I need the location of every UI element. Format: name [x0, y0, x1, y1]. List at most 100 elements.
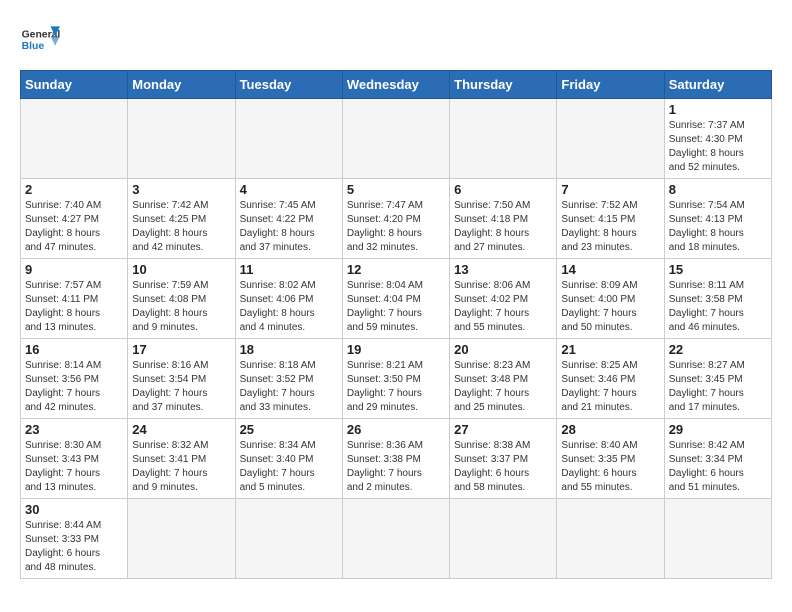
day-info: Sunrise: 7:47 AM Sunset: 4:20 PM Dayligh… — [347, 199, 445, 255]
week-row-2: 2 Sunrise: 7:40 AM Sunset: 4:27 PM Daylig… — [21, 179, 772, 259]
day-info: Sunrise: 7:45 AM Sunset: 4:22 PM Dayligh… — [240, 199, 338, 255]
day-info: Sunrise: 8:44 AM Sunset: 3:33 PM Dayligh… — [25, 519, 123, 575]
day-number: 3 — [132, 182, 230, 197]
logo: General Blue — [20, 20, 60, 60]
day-info: Sunrise: 7:59 AM Sunset: 4:08 PM Dayligh… — [132, 279, 230, 335]
day-number: 11 — [240, 262, 338, 277]
calendar-cell: 14 Sunrise: 8:09 AM Sunset: 4:00 PM Dayli… — [557, 259, 664, 339]
calendar-cell — [557, 499, 664, 579]
calendar-cell: 5Sunrise: 7:47 AM Sunset: 4:20 PM Daylig… — [342, 179, 449, 259]
calendar-cell — [235, 99, 342, 179]
calendar-cell — [342, 99, 449, 179]
calendar-cell: 22Sunrise: 8:27 AM Sunset: 3:45 PM Dayli… — [664, 339, 771, 419]
day-info: Sunrise: 8:34 AM Sunset: 3:40 PM Dayligh… — [240, 439, 338, 495]
logo-icon: General Blue — [20, 20, 60, 60]
day-info: Sunrise: 8:38 AM Sunset: 3:37 PM Dayligh… — [454, 439, 552, 495]
calendar-cell: 8 Sunrise: 7:54 AM Sunset: 4:13 PM Daylig… — [664, 179, 771, 259]
day-number: 17 — [132, 342, 230, 357]
day-info: Sunrise: 7:54 AM Sunset: 4:13 PM Dayligh… — [669, 199, 767, 255]
calendar-cell — [450, 499, 557, 579]
calendar-header: SundayMondayTuesdayWednesdayThursdayFrid… — [21, 71, 772, 99]
day-info: Sunrise: 8:27 AM Sunset: 3:45 PM Dayligh… — [669, 359, 767, 415]
calendar-cell: 21 Sunrise: 8:25 AM Sunset: 3:46 PM Dayli… — [557, 339, 664, 419]
day-number: 29 — [669, 422, 767, 437]
day-number: 19 — [347, 342, 445, 357]
calendar-cell — [235, 499, 342, 579]
day-number: 6 — [454, 182, 552, 197]
calendar-cell: 19 Sunrise: 8:21 AM Sunset: 3:50 PM Dayli… — [342, 339, 449, 419]
header-row: SundayMondayTuesdayWednesdayThursdayFrid… — [21, 71, 772, 99]
calendar-cell: 6 Sunrise: 7:50 AM Sunset: 4:18 PM Daylig… — [450, 179, 557, 259]
day-info: Sunrise: 8:14 AM Sunset: 3:56 PM Dayligh… — [25, 359, 123, 415]
day-info: Sunrise: 8:40 AM Sunset: 3:35 PM Dayligh… — [561, 439, 659, 495]
calendar-cell: 15Sunrise: 8:11 AM Sunset: 3:58 PM Dayli… — [664, 259, 771, 339]
day-number: 12 — [347, 262, 445, 277]
day-info: Sunrise: 7:52 AM Sunset: 4:15 PM Dayligh… — [561, 199, 659, 255]
day-info: Sunrise: 8:21 AM Sunset: 3:50 PM Dayligh… — [347, 359, 445, 415]
day-info: Sunrise: 7:57 AM Sunset: 4:11 PM Dayligh… — [25, 279, 123, 335]
day-info: Sunrise: 8:09 AM Sunset: 4:00 PM Dayligh… — [561, 279, 659, 335]
day-info: Sunrise: 8:16 AM Sunset: 3:54 PM Dayligh… — [132, 359, 230, 415]
day-number: 10 — [132, 262, 230, 277]
calendar-cell: 29Sunrise: 8:42 AM Sunset: 3:34 PM Dayli… — [664, 419, 771, 499]
calendar-cell — [557, 99, 664, 179]
calendar-table: SundayMondayTuesdayWednesdayThursdayFrid… — [20, 70, 772, 579]
day-number: 25 — [240, 422, 338, 437]
day-header-saturday: Saturday — [664, 71, 771, 99]
calendar-cell: 28 Sunrise: 8:40 AM Sunset: 3:35 PM Dayli… — [557, 419, 664, 499]
day-info: Sunrise: 8:36 AM Sunset: 3:38 PM Dayligh… — [347, 439, 445, 495]
calendar-cell — [128, 499, 235, 579]
calendar-cell — [450, 99, 557, 179]
day-number: 1 — [669, 102, 767, 117]
calendar-cell — [664, 499, 771, 579]
day-info: Sunrise: 7:42 AM Sunset: 4:25 PM Dayligh… — [132, 199, 230, 255]
day-header-monday: Monday — [128, 71, 235, 99]
day-header-friday: Friday — [557, 71, 664, 99]
calendar-cell: 9Sunrise: 7:57 AM Sunset: 4:11 PM Daylig… — [21, 259, 128, 339]
calendar-cell — [21, 99, 128, 179]
calendar-cell: 10 Sunrise: 7:59 AM Sunset: 4:08 PM Dayli… — [128, 259, 235, 339]
day-number: 20 — [454, 342, 552, 357]
week-row-1: 1Sunrise: 7:37 AM Sunset: 4:30 PM Daylig… — [21, 99, 772, 179]
calendar-cell: 26Sunrise: 8:36 AM Sunset: 3:38 PM Dayli… — [342, 419, 449, 499]
day-header-thursday: Thursday — [450, 71, 557, 99]
day-header-wednesday: Wednesday — [342, 71, 449, 99]
calendar-cell: 16 Sunrise: 8:14 AM Sunset: 3:56 PM Dayli… — [21, 339, 128, 419]
calendar-cell: 24Sunrise: 8:32 AM Sunset: 3:41 PM Dayli… — [128, 419, 235, 499]
calendar-cell: 1Sunrise: 7:37 AM Sunset: 4:30 PM Daylig… — [664, 99, 771, 179]
day-info: Sunrise: 8:02 AM Sunset: 4:06 PM Dayligh… — [240, 279, 338, 335]
calendar-cell: 4 Sunrise: 7:45 AM Sunset: 4:22 PM Daylig… — [235, 179, 342, 259]
week-row-4: 16 Sunrise: 8:14 AM Sunset: 3:56 PM Dayli… — [21, 339, 772, 419]
day-info: Sunrise: 7:40 AM Sunset: 4:27 PM Dayligh… — [25, 199, 123, 255]
day-number: 2 — [25, 182, 123, 197]
day-number: 16 — [25, 342, 123, 357]
calendar-cell — [342, 499, 449, 579]
calendar-body: 1Sunrise: 7:37 AM Sunset: 4:30 PM Daylig… — [21, 99, 772, 579]
day-info: Sunrise: 7:50 AM Sunset: 4:18 PM Dayligh… — [454, 199, 552, 255]
day-number: 13 — [454, 262, 552, 277]
calendar-cell: 13 Sunrise: 8:06 AM Sunset: 4:02 PM Dayli… — [450, 259, 557, 339]
day-number: 30 — [25, 502, 123, 517]
calendar-cell: 20Sunrise: 8:23 AM Sunset: 3:48 PM Dayli… — [450, 339, 557, 419]
day-info: Sunrise: 8:25 AM Sunset: 3:46 PM Dayligh… — [561, 359, 659, 415]
day-number: 15 — [669, 262, 767, 277]
calendar-cell: 3 Sunrise: 7:42 AM Sunset: 4:25 PM Daylig… — [128, 179, 235, 259]
calendar-cell: 27Sunrise: 8:38 AM Sunset: 3:37 PM Dayli… — [450, 419, 557, 499]
day-number: 28 — [561, 422, 659, 437]
calendar-cell: 25 Sunrise: 8:34 AM Sunset: 3:40 PM Dayli… — [235, 419, 342, 499]
day-number: 23 — [25, 422, 123, 437]
calendar-cell — [128, 99, 235, 179]
day-number: 14 — [561, 262, 659, 277]
day-info: Sunrise: 8:06 AM Sunset: 4:02 PM Dayligh… — [454, 279, 552, 335]
calendar-cell: 30 Sunrise: 8:44 AM Sunset: 3:33 PM Dayli… — [21, 499, 128, 579]
day-info: Sunrise: 8:30 AM Sunset: 3:43 PM Dayligh… — [25, 439, 123, 495]
calendar-cell: 2 Sunrise: 7:40 AM Sunset: 4:27 PM Daylig… — [21, 179, 128, 259]
day-info: Sunrise: 8:18 AM Sunset: 3:52 PM Dayligh… — [240, 359, 338, 415]
calendar-cell: 17 Sunrise: 8:16 AM Sunset: 3:54 PM Dayli… — [128, 339, 235, 419]
day-number: 4 — [240, 182, 338, 197]
svg-text:Blue: Blue — [22, 41, 45, 52]
day-header-sunday: Sunday — [21, 71, 128, 99]
day-number: 24 — [132, 422, 230, 437]
day-number: 8 — [669, 182, 767, 197]
day-number: 21 — [561, 342, 659, 357]
